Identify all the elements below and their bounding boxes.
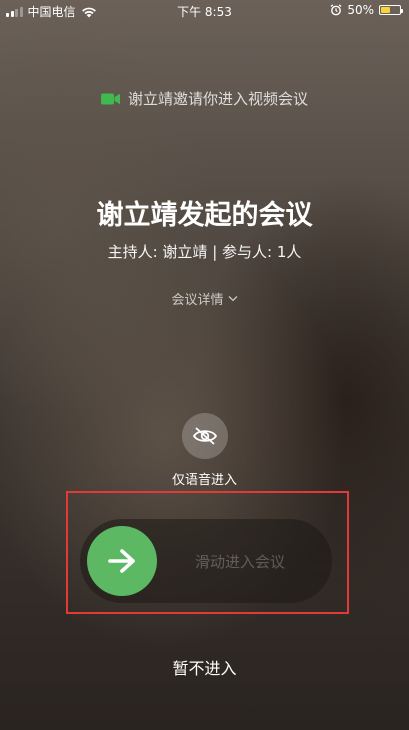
- battery-percent: 50%: [347, 3, 374, 17]
- meeting-info: 主持人: 谢立靖 | 参与人: 1人: [107, 243, 302, 261]
- battery-icon: [379, 5, 403, 15]
- decline-button[interactable]: 暂不进入: [0, 655, 409, 679]
- video-camera-icon: [100, 93, 120, 104]
- audio-only-button[interactable]: [182, 413, 228, 459]
- invite-text: 谢立靖邀请你进入视频会议: [127, 90, 308, 108]
- battery-level: [381, 7, 390, 13]
- status-right: 50%: [330, 3, 403, 17]
- slide-to-join-label: 滑动进入会议: [195, 553, 286, 571]
- alarm-icon: [330, 4, 342, 16]
- arrow-right-icon: [108, 549, 135, 573]
- slide-to-join-knob[interactable]: [87, 526, 157, 596]
- invite-line: 谢立靖邀请你进入视频会议: [0, 88, 409, 109]
- meeting-title: 谢立靖发起的会议: [96, 200, 313, 231]
- audio-only-label: 仅语音进入: [171, 473, 237, 488]
- chevron-down-icon: [228, 296, 237, 302]
- meeting-details-link[interactable]: 会议详情: [0, 289, 409, 308]
- status-bar: 中国电信 下午 8:53 50%: [0, 0, 409, 20]
- meeting-details-label: 会议详情: [171, 293, 224, 308]
- eye-off-icon: [192, 427, 218, 445]
